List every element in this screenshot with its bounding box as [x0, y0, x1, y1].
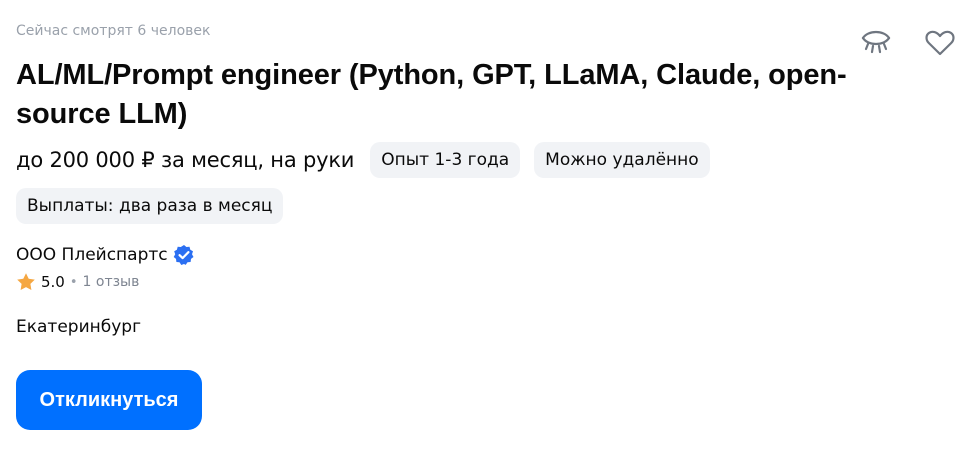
payout-chip: Выплаты: два раза в месяц — [16, 188, 284, 224]
respond-button[interactable]: Откликнуться — [16, 370, 202, 430]
rating-value: 5.0 — [41, 273, 65, 291]
eye-hide-icon — [861, 30, 891, 54]
separator-dot: • — [69, 274, 78, 290]
star-icon — [17, 273, 35, 290]
vacancy-actions — [859, 26, 957, 60]
viewers-count: Сейчас смотрят 6 человек — [16, 23, 211, 39]
vacancy-title: AL/ML/Prompt engineer (Python, GPT, LLaM… — [16, 59, 847, 130]
favorite-button[interactable] — [923, 26, 957, 60]
experience-chip: Опыт 1-3 года — [370, 142, 521, 178]
rating-row: 5.0 • 1 отзыв — [16, 272, 139, 292]
heart-icon — [925, 30, 955, 56]
reviews-link[interactable]: 1 отзыв — [83, 274, 140, 290]
company-name-link[interactable]: ООО Плейспартс — [16, 243, 168, 267]
verified-badge-icon — [173, 245, 194, 265]
hide-vacancy-button[interactable] — [859, 26, 893, 60]
remote-chip: Можно удалённо — [534, 142, 710, 178]
salary-row: до 200 000 ₽ за месяц, на руки Опыт 1-3 … — [16, 142, 710, 178]
salary-text: до 200 000 ₽ за месяц, на руки — [16, 148, 355, 172]
city-text: Екатеринбург — [16, 317, 142, 337]
company-row: ООО Плейспартс — [16, 243, 195, 267]
